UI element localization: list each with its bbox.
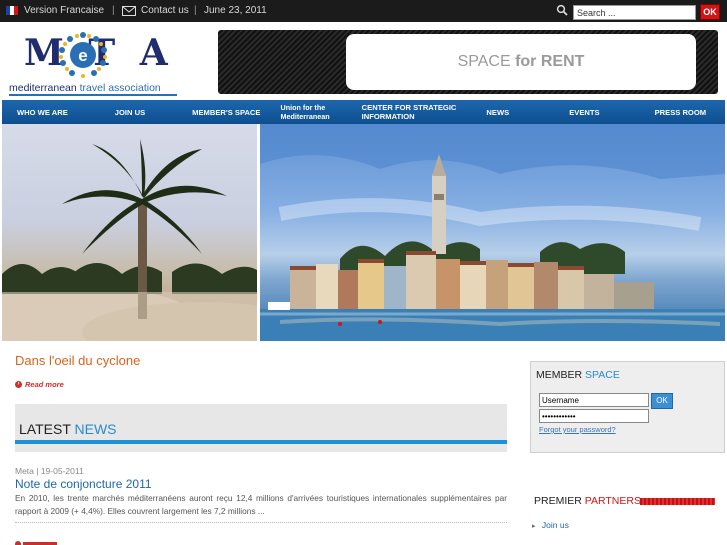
banner-panel: SPACE for RENT xyxy=(346,34,696,90)
nav-label: INFORMATION xyxy=(361,112,415,121)
current-date: June 23, 2011 xyxy=(204,5,267,16)
read-more-link[interactable]: › Read more xyxy=(15,380,64,389)
arrow-circle-icon: › xyxy=(15,381,22,388)
latest-news-header: LATEST NEWS xyxy=(15,404,507,452)
nav-join-us[interactable]: JOIN US xyxy=(115,108,145,117)
search-input[interactable] xyxy=(573,5,696,20)
lead-article-title[interactable]: Dans l'oeil du cyclone xyxy=(15,353,140,368)
login-button[interactable]: OK xyxy=(651,393,673,409)
news-meta: Meta | 19-05-2011 xyxy=(15,466,84,476)
read-more-label: Read more xyxy=(25,380,64,389)
nav-members-space[interactable]: MEMBER'S SPACE xyxy=(192,108,260,117)
site-logo[interactable]: M T A e mediterranean travel association xyxy=(6,28,178,98)
top-bar: Version Francaise | Contact us | June 23… xyxy=(0,0,727,22)
nav-who-we-are[interactable]: WHO WE ARE xyxy=(17,108,68,117)
divider xyxy=(15,522,507,523)
nav-press-room[interactable]: PRESS ROOM xyxy=(655,108,706,117)
nav-label: CENTER FOR STRATEGIC xyxy=(361,103,457,112)
nav-label: Union for the xyxy=(280,103,326,112)
hero-desert-image xyxy=(2,124,257,341)
separator: | xyxy=(194,5,197,16)
nav-union-mediterranean[interactable]: Union for the Mediterranean xyxy=(281,103,330,121)
username-field[interactable] xyxy=(539,393,649,407)
member-login-box: MEMBER SPACE OK Forgot your password? xyxy=(530,361,725,453)
nav-news[interactable]: NEWS xyxy=(486,108,509,117)
search-icon xyxy=(556,4,568,16)
arrow-right-icon: ▸ xyxy=(532,523,536,530)
partners-bar xyxy=(640,498,715,505)
news-title[interactable]: Note de conjoncture 2011 xyxy=(15,477,152,491)
password-field[interactable] xyxy=(539,409,649,423)
ad-banner[interactable]: SPACE for RENT xyxy=(218,30,718,94)
svg-text:e: e xyxy=(78,46,87,65)
premier-partners-heading: PREMIER PARTNERS xyxy=(534,495,641,507)
join-us-label: Join us xyxy=(541,520,569,530)
latest-news-bar xyxy=(15,440,507,444)
hero-town-image xyxy=(260,124,725,341)
nav-events[interactable]: EVENTS xyxy=(569,108,599,117)
logo-tagline: mediterranean travel association xyxy=(9,82,161,94)
nav-center-strategic-information[interactable]: CENTER FOR STRATEGIC INFORMATION xyxy=(362,103,457,121)
nav-label: Mediterranean xyxy=(280,112,330,121)
latest-news-title: LATEST NEWS xyxy=(19,421,117,437)
logo-underline xyxy=(9,94,177,96)
language-link[interactable]: Version Francaise xyxy=(24,5,104,16)
separator: | xyxy=(112,5,115,16)
logo-sun-icon: e xyxy=(59,32,107,78)
forgot-password-link[interactable]: Forgot your password? xyxy=(539,425,616,434)
search-button[interactable]: OK xyxy=(700,4,720,20)
main-navigation: WHO WE ARE JOIN US MEMBER'S SPACE Union … xyxy=(2,100,725,124)
join-us-link[interactable]: ▸ Join us xyxy=(532,520,569,530)
french-flag-icon[interactable] xyxy=(6,6,18,15)
next-item-cutoff xyxy=(15,541,57,545)
mail-icon[interactable] xyxy=(122,6,136,16)
news-excerpt: En 2010, les trente marchés méditerranée… xyxy=(15,493,507,516)
contact-link[interactable]: Contact us xyxy=(141,5,189,16)
member-space-heading: MEMBER SPACE xyxy=(536,369,620,381)
